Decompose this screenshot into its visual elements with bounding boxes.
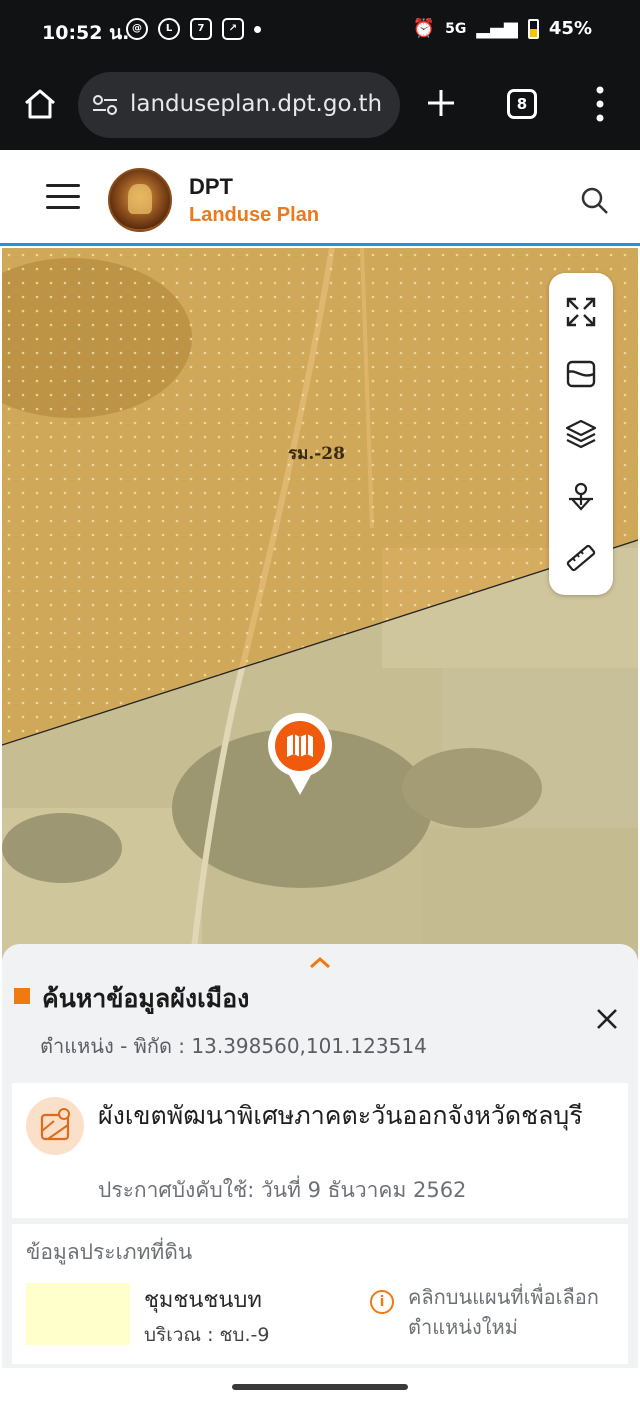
system-icons: ⏰ 5G ▂▄▆ 45% [413,18,592,39]
brand-title: DPT [189,174,233,199]
zone-label: รม.-28 [288,444,345,464]
network-type: 5G [445,20,467,37]
clock: 10:52 น. [42,22,130,44]
plan-map-icon [26,1097,84,1155]
info-icon: i [370,1290,394,1314]
line-icon: L [158,18,180,40]
notification-icons: @ L 7 ↗ [126,18,261,40]
threads-icon: @ [126,18,148,40]
app-icon: ↗ [222,18,244,40]
home-icon[interactable] [22,86,58,122]
plan-effective-date: ประกาศบังคับใช้: วันที่ 9 ธันวาคม 2562 [98,1178,467,1202]
coordinates-text: ตำแหน่ง - พิกัด : 13.398560,101.123514 [40,1034,427,1058]
location-search-icon[interactable] [564,479,598,513]
brand-subtitle: Landuse Plan [189,204,320,226]
search-icon[interactable] [580,186,610,216]
land-section-title: ข้อมูลประเภทที่ดิน [26,1240,193,1264]
satellite-imagery [2,248,638,968]
battery-percent: 45% [548,18,592,39]
title-marker [14,988,30,1004]
map-toolbar [549,273,613,595]
url-text: landuseplan.dpt.go.th [130,91,383,117]
address-bar[interactable]: landuseplan.dpt.go.th [78,72,400,138]
alarm-icon: ⏰ [412,18,436,39]
map-canvas[interactable] [2,248,638,968]
land-color-swatch [26,1283,130,1345]
expand-chevron-icon[interactable] [308,955,332,969]
map-click-hint: คลิกบนแผนที่เพื่อเลือกตำแหน่งใหม่ [408,1285,599,1339]
browser-toolbar: landuseplan.dpt.go.th 8 [0,62,640,150]
measure-ruler-icon[interactable] [564,541,598,575]
site-header: DPT Landuse Plan [0,150,640,246]
location-pin-icon[interactable] [267,713,333,797]
panel-title: ค้นหาข้อมูลผังเมือง [42,984,250,1013]
layers-icon[interactable] [564,417,598,451]
seven-eleven-icon: 7 [190,18,212,40]
more-menu-icon[interactable] [592,84,608,124]
more-notifications-dot [254,26,261,33]
fullscreen-icon[interactable] [564,295,598,329]
gesture-handle[interactable] [232,1384,408,1390]
tab-switcher-button[interactable]: 8 [507,89,537,119]
new-tab-icon[interactable] [424,86,458,120]
site-settings-icon[interactable] [92,94,118,116]
menu-icon[interactable] [46,184,80,212]
signal-icon: ▂▄▆ [476,18,518,39]
status-bar: 10:52 น. @ L 7 ↗ ⏰ 5G ▂▄▆ 45% [0,0,640,62]
land-zone-code: บริเวณ : ชบ.-9 [144,1324,270,1346]
land-type-name: ชุมชนชนบท [144,1288,262,1313]
basemap-icon[interactable] [564,357,598,391]
plan-name: ผังเขตพัฒนาพิเศษภาคตะวันออกจังหวัดชลบุรี [98,1101,583,1130]
dpt-logo [108,168,172,232]
close-icon[interactable] [594,1006,620,1032]
battery-icon [527,18,539,39]
